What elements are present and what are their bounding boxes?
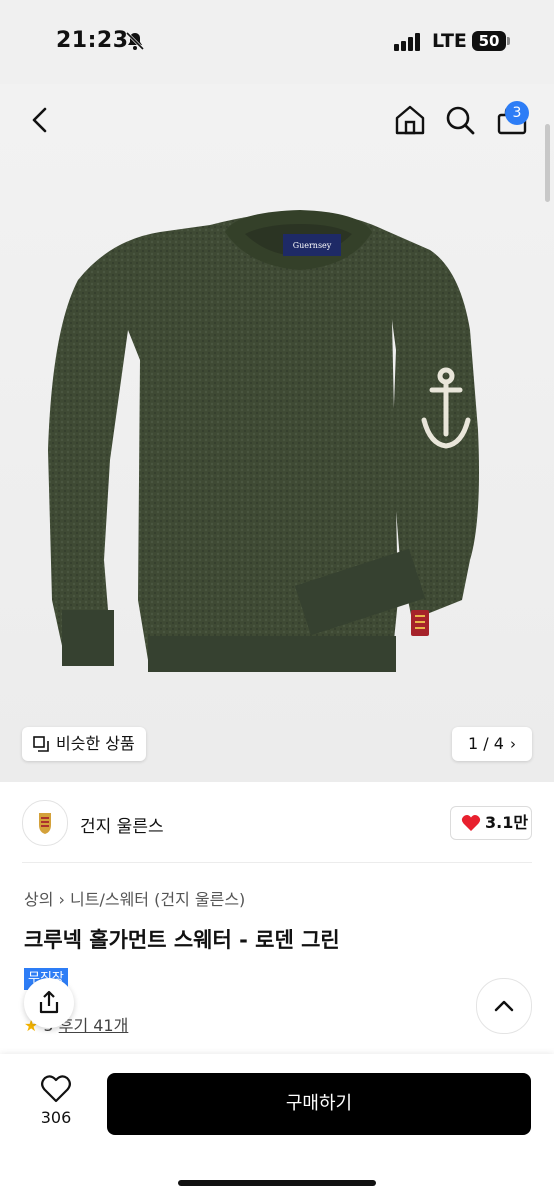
back-icon[interactable] — [20, 100, 60, 140]
breadcrumb-child[interactable]: 니트/스웨터 (건지 울른스) — [70, 890, 245, 909]
brand-crest-icon — [39, 813, 51, 834]
sweater-illustration: Guernsey — [48, 210, 479, 672]
pager-text: 1 / 4 — [468, 734, 504, 753]
image-pager[interactable]: 1 / 4 › — [452, 727, 532, 761]
network-type: LTE — [432, 30, 467, 52]
bell-muted-icon — [125, 31, 145, 51]
brand-logo[interactable] — [22, 800, 68, 846]
buy-button[interactable]: 구매하기 — [107, 1073, 531, 1135]
battery-icon: 50 — [472, 31, 506, 51]
breadcrumb-separator-icon: › — [58, 890, 71, 909]
status-time: 21:23 — [56, 28, 129, 53]
search-icon[interactable] — [440, 100, 480, 140]
share-button[interactable] — [24, 978, 74, 1028]
scroll-top-button[interactable] — [476, 978, 532, 1034]
svg-text:Guernsey: Guernsey — [293, 241, 332, 250]
divider — [22, 862, 532, 863]
scrollbar[interactable] — [545, 124, 550, 202]
brand-name[interactable]: 건지 울른스 — [80, 812, 164, 837]
cart-count-badge: 3 — [505, 101, 529, 125]
product-image[interactable]: Guernsey — [0, 84, 554, 782]
chevron-right-icon: › — [510, 735, 516, 753]
breadcrumb: 상의 › 니트/스웨터 (건지 울른스) — [24, 886, 245, 910]
product-title: 크루넥 홀가먼트 스웨터 - 로덴 그린 — [24, 928, 340, 952]
wish-count: 306 — [40, 1108, 72, 1127]
home-indicator — [178, 1180, 376, 1186]
home-icon[interactable] — [390, 100, 430, 140]
similar-products-button[interactable]: 비슷한 상품 — [22, 727, 146, 761]
brand-like-button[interactable]: 3.1만 — [450, 806, 532, 840]
similar-products-label: 비슷한 상품 — [56, 734, 135, 753]
breadcrumb-parent[interactable]: 상의 — [24, 890, 53, 909]
signal-icon — [394, 32, 422, 51]
heart-outline-icon[interactable] — [40, 1074, 72, 1104]
chevron-up-icon — [494, 1000, 514, 1012]
battery-tip — [507, 37, 510, 45]
heart-filled-icon — [461, 815, 481, 831]
share-icon — [39, 990, 59, 1014]
copy-icon — [33, 736, 49, 752]
brand-like-count: 3.1만 — [485, 813, 529, 832]
